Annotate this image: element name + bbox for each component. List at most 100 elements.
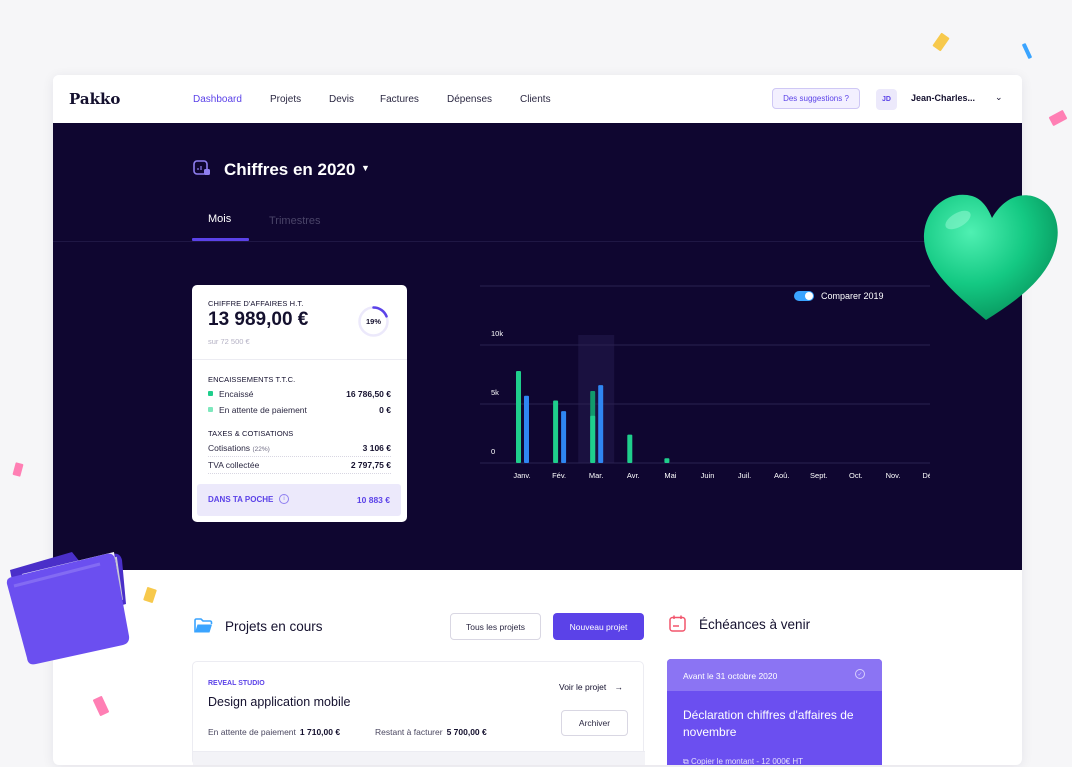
page-title[interactable]: Chiffres en 2020	[224, 160, 355, 180]
pending-payment: En attente de paiement 1 710,00 €	[208, 727, 341, 737]
heart-3d-icon	[923, 194, 1058, 320]
caret-down-icon[interactable]: ▼	[361, 163, 370, 173]
deadline-date: Avant le 31 octobre 2020	[683, 671, 778, 681]
highlight-column	[578, 335, 615, 463]
attente-label: En attente de paiement	[219, 405, 307, 415]
x-tick-label: Nov.	[886, 471, 901, 480]
stats-panel: Chiffres en 2020 ▼ Mois Trimestres CHIFF…	[53, 123, 1022, 570]
all-projects-button[interactable]: Tous les projets	[450, 613, 541, 640]
attente-value: 0 €	[379, 405, 391, 415]
x-tick-label: Mai	[664, 471, 676, 480]
x-tick-label: Janv.	[513, 471, 530, 480]
archive-button[interactable]: Archiver	[561, 710, 628, 736]
deadlines-title: Échéances à venir	[699, 617, 811, 632]
nav-link-projets[interactable]: Projets	[270, 94, 301, 105]
tab-trimestres[interactable]: Trimestres	[269, 215, 321, 227]
deadline-header: Avant le 31 octobre 2020 ✓	[667, 659, 882, 691]
pocket-value: 10 883 €	[356, 495, 390, 505]
bar-blue	[524, 395, 529, 463]
folder-icon	[194, 618, 213, 633]
projects-title: Projets en cours	[225, 619, 323, 634]
x-tick-label: Avr.	[627, 471, 640, 480]
revenue-summary-card: CHIFFRE D'AFFAIRES H.T. 13 989,00 € sur …	[192, 285, 407, 522]
project-card[interactable]: REVEAL STUDIO Design application mobile …	[192, 661, 645, 765]
confetti-yellow	[932, 32, 950, 52]
copy-amount-link[interactable]: ⧉ Copier le montant - 12 000€ HT	[683, 757, 803, 765]
tab-divider	[53, 241, 1022, 242]
nav-link-factures[interactable]: Factures	[380, 94, 419, 105]
bar-green	[627, 434, 633, 463]
progress-ring: 19%	[358, 306, 389, 337]
revenue-label: CHIFFRE D'AFFAIRES H.T.	[208, 299, 304, 308]
nav-link-dashboard[interactable]: Dashboard	[193, 94, 242, 105]
suggestions-button[interactable]: Des suggestions ?	[772, 88, 860, 109]
revenue-target: sur 72 500 €	[208, 337, 250, 346]
pocket-row: DANS TA POCHE i 10 883 €	[197, 484, 401, 516]
tva-value: 2 797,75 €	[350, 460, 391, 470]
cotisations-row: Cotisations (22%) 3 106 €	[208, 443, 391, 457]
bar-green	[553, 400, 559, 463]
attente-row: En attente de paiement 0 €	[208, 405, 391, 419]
nav-link-depenses[interactable]: Dépenses	[447, 94, 492, 105]
revenue-value: 13 989,00 €	[208, 309, 309, 330]
x-tick-label: Juil.	[738, 471, 751, 480]
remaining-to-invoice: Restant à facturer 5 700,00 €	[375, 727, 487, 737]
x-tick-label: Juin	[701, 471, 715, 480]
logo: Pakko	[69, 90, 121, 108]
y-tick-label: 0	[491, 447, 495, 456]
monthly-bar-chart: 15k10k5k0Janv.Fév.Mar.Avr.MaiJuinJuil.Ao…	[480, 285, 930, 480]
tva-label: TVA collectée	[208, 460, 260, 470]
x-tick-label: Fév.	[552, 471, 566, 480]
chart-icon	[193, 160, 210, 175]
light-green-dot-icon	[208, 407, 213, 413]
app-window: Pakko Dashboard Projets Devis Factures D…	[53, 75, 1022, 765]
copy-icon: ⧉	[683, 757, 689, 765]
confetti-blue	[1021, 42, 1033, 60]
bar-blue	[598, 385, 604, 463]
deadline-card[interactable]: Avant le 31 octobre 2020 ✓ Déclaration c…	[667, 659, 882, 765]
new-project-button[interactable]: Nouveau projet	[553, 613, 644, 640]
x-tick-label: Mar.	[589, 471, 604, 480]
bar-green	[516, 370, 521, 463]
divider	[192, 359, 407, 360]
encaisse-row: Encaissé 16 786,50 €	[208, 389, 391, 403]
project-name: Design application mobile	[208, 695, 351, 709]
x-tick-label: Déc.	[922, 471, 930, 480]
x-tick-label: Sept.	[810, 471, 828, 480]
encaisse-value: 16 786,50 €	[346, 389, 391, 399]
avatar[interactable]: JD	[876, 89, 897, 110]
encaisse-label: Encaissé	[219, 389, 254, 399]
chevron-down-icon[interactable]: ⌄	[995, 92, 1003, 103]
cotisations-label: Cotisations	[208, 443, 251, 453]
y-tick-label: 5k	[491, 388, 499, 397]
green-dot-icon	[208, 391, 213, 397]
bar-green	[664, 458, 670, 463]
taxes-label: TAXES & COTISATIONS	[208, 429, 294, 438]
cotisations-value: 3 106 €	[362, 443, 391, 453]
tab-mois[interactable]: Mois	[208, 213, 231, 225]
x-tick-label: Aoû.	[774, 471, 789, 480]
y-tick-label: 10k	[491, 329, 503, 338]
project-card-footer	[193, 751, 645, 765]
nav-link-clients[interactable]: Clients	[520, 94, 551, 105]
cotisations-pct: (22%)	[252, 446, 270, 453]
calendar-icon	[669, 615, 686, 632]
confetti-pink	[1048, 109, 1068, 127]
arrow-right-icon: →	[614, 682, 624, 692]
bar-blue	[561, 411, 567, 463]
confetti-pink-left	[12, 462, 24, 477]
user-name[interactable]: Jean-Charles...	[911, 93, 975, 103]
deadline-title: Déclaration chiffres d'affaires de novem…	[683, 708, 854, 739]
x-tick-label: Oct.	[849, 471, 863, 480]
encaissements-label: ENCAISSEMENTS T.T.C.	[208, 375, 296, 384]
info-icon[interactable]: i	[279, 494, 289, 504]
tva-row: TVA collectée 2 797,75 €	[208, 460, 391, 474]
nav-link-devis[interactable]: Devis	[329, 94, 354, 105]
top-navbar: Pakko Dashboard Projets Devis Factures D…	[53, 75, 1022, 123]
project-client: REVEAL STUDIO	[208, 680, 265, 687]
view-project-link[interactable]: Voir le projet →	[559, 682, 623, 692]
check-icon[interactable]: ✓	[855, 669, 865, 679]
bar-green	[590, 415, 596, 463]
folder-3d-icon	[6, 552, 130, 665]
progress-percent: 19%	[366, 317, 381, 326]
